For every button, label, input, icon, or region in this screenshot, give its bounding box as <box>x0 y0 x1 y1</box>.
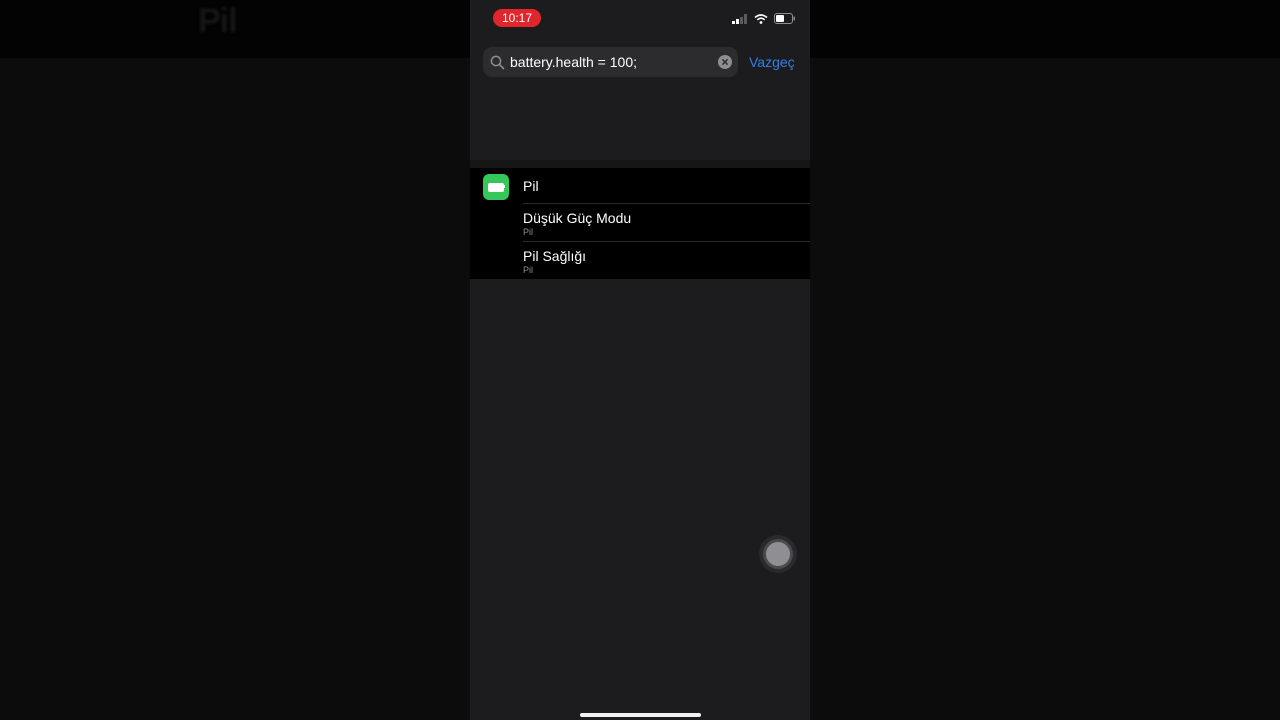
clear-icon[interactable] <box>718 55 732 74</box>
search-input[interactable] <box>510 47 710 77</box>
status-time[interactable]: 10:17 <box>493 9 541 27</box>
result-item-subtitle: Pil <box>523 227 534 237</box>
search-bar: Vazgeç <box>483 47 803 77</box>
result-item-subtitle: Pil <box>523 265 534 275</box>
search-icon <box>490 55 505 75</box>
result-section-header[interactable]: Pil <box>470 168 810 203</box>
battery-icon <box>774 13 796 24</box>
assistive-touch-button[interactable] <box>759 535 797 573</box>
cellular-signal-icon <box>732 13 748 24</box>
search-results: Pil Düşük Güç Modu Pil Pil Sağlığı Pil <box>470 168 810 279</box>
screen: Pil 10:17 battery.health = 100; Vazgeç P… <box>0 0 1280 720</box>
section-divider <box>470 160 810 168</box>
result-item-label: Pil Sağlığı <box>523 248 587 264</box>
battery-app-icon <box>483 174 509 200</box>
result-item-label: Düşük Güç Modu <box>523 210 632 226</box>
wifi-icon <box>754 13 768 24</box>
result-item-battery-health[interactable]: Pil Sağlığı Pil <box>470 241 810 279</box>
result-section-title: Pil <box>523 178 539 194</box>
background-ghost-title: Pil <box>198 2 238 40</box>
phone-screen: 10:17 battery.health = 100; Vazgeç Pil D… <box>470 0 810 720</box>
status-icons <box>732 13 796 24</box>
search-field[interactable] <box>483 47 738 77</box>
status-bar: 10:17 <box>470 0 810 40</box>
cancel-button[interactable]: Vazgeç <box>749 47 795 77</box>
home-indicator[interactable] <box>580 713 701 717</box>
result-item-low-power-mode[interactable]: Düşük Güç Modu Pil <box>470 203 810 241</box>
